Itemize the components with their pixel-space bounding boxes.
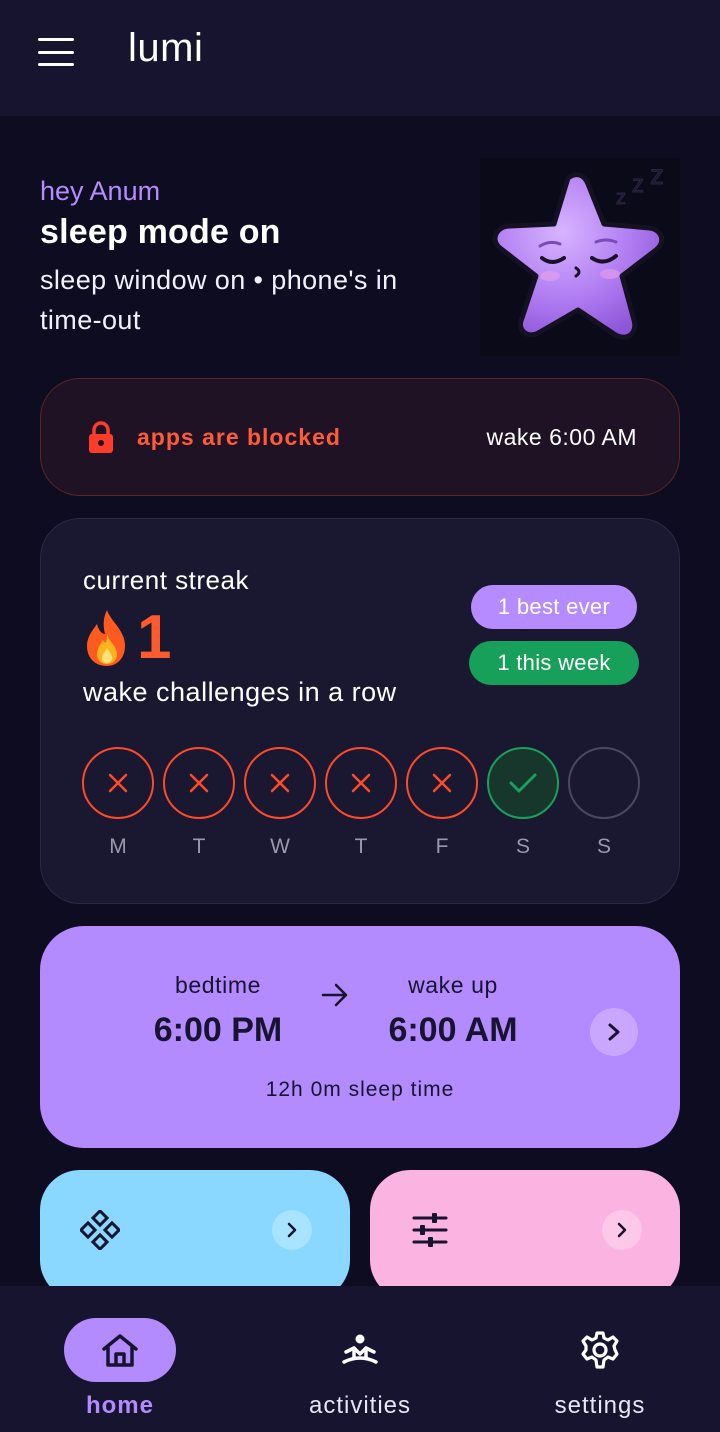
streak-card: current streak 1 wake challenges in a ro… xyxy=(40,518,680,904)
this-week-badge: 1 this week xyxy=(469,641,639,685)
streak-description: wake challenges in a row xyxy=(83,677,397,707)
chevron-right-icon xyxy=(617,1222,627,1238)
missed-day-indicator xyxy=(163,747,235,819)
app-title: lumi xyxy=(128,26,204,70)
wake-block: wake up 6:00 AM xyxy=(370,972,536,1050)
missed-day-indicator xyxy=(82,747,154,819)
missed-day-indicator xyxy=(244,747,316,819)
upcoming-day-indicator xyxy=(568,747,640,819)
nav-activities[interactable]: activities xyxy=(270,1318,450,1420)
greeting-subtitle: sleep window on • phone's in time-out xyxy=(40,265,398,335)
nav-settings-label: settings xyxy=(554,1392,646,1419)
sliders-icon xyxy=(412,1213,448,1247)
day-letter: T xyxy=(192,835,206,858)
nav-home[interactable]: home xyxy=(30,1318,210,1420)
day-letter: F xyxy=(435,835,449,858)
nav-home-label: home xyxy=(85,1392,154,1419)
day-letter: M xyxy=(109,835,127,858)
day-thursday: T xyxy=(324,747,398,859)
nav-settings-indicator xyxy=(544,1318,656,1382)
games-open-button[interactable] xyxy=(272,1210,312,1250)
svg-text:z: z xyxy=(650,159,664,190)
gamepad-icon xyxy=(80,1210,120,1250)
sleep-schedule-card[interactable]: bedtime 6:00 PM wake up 6:00 AM 12h 0m s… xyxy=(40,926,680,1148)
bedtime-block: bedtime 6:00 PM xyxy=(138,972,298,1050)
schedule-open-button[interactable] xyxy=(590,1008,638,1056)
bedtime-label: bedtime xyxy=(174,972,262,998)
nav-home-indicator xyxy=(64,1318,176,1382)
meditation-icon xyxy=(342,1334,378,1364)
bedtime-value: 6:00 PM xyxy=(153,1011,283,1049)
svg-text:z: z xyxy=(616,187,626,209)
apps-blocked-banner: apps are blocked wake 6:00 AM xyxy=(40,378,680,496)
streak-label: current streak xyxy=(83,565,249,595)
nav-activities-indicator xyxy=(304,1318,416,1382)
wake-label: wake up xyxy=(408,972,498,998)
chevron-right-icon xyxy=(608,1023,620,1041)
menu-icon[interactable] xyxy=(38,38,74,66)
x-icon xyxy=(189,773,209,793)
blocked-label: apps are blocked xyxy=(137,423,341,450)
check-icon xyxy=(509,773,537,793)
greeting-hey: hey Anum xyxy=(40,176,161,206)
sleeping-star-mascot: z z z xyxy=(480,158,680,356)
day-tuesday: T xyxy=(162,747,236,859)
completed-day-indicator xyxy=(487,747,559,819)
x-icon xyxy=(270,773,290,793)
sleep-duration: 12h 0m sleep time xyxy=(265,1078,455,1101)
missed-day-indicator xyxy=(325,747,397,819)
greeting-title: sleep mode on xyxy=(40,213,281,251)
arrow-right-icon xyxy=(321,983,348,1007)
day-sunday: S xyxy=(567,747,641,859)
x-icon xyxy=(432,773,452,793)
x-icon xyxy=(351,773,371,793)
streak-count-row: 1 xyxy=(81,607,171,669)
day-friday: F xyxy=(405,747,479,859)
bottom-navigation: home activities settings xyxy=(0,1286,720,1432)
home-icon xyxy=(102,1334,138,1367)
gear-icon xyxy=(581,1331,619,1369)
games-card[interactable] xyxy=(40,1170,350,1300)
streak-count: 1 xyxy=(137,603,172,672)
day-letter: T xyxy=(354,835,368,858)
greeting: hey Anum sleep mode on sleep window on •… xyxy=(40,176,460,340)
day-monday: M xyxy=(81,747,155,859)
adjustments-card[interactable] xyxy=(370,1170,680,1300)
wake-value: 6:00 AM xyxy=(388,1011,518,1049)
missed-day-indicator xyxy=(406,747,478,819)
lock-icon xyxy=(89,421,113,453)
adjustments-open-button[interactable] xyxy=(602,1210,642,1250)
nav-activities-label: activities xyxy=(308,1392,412,1419)
chevron-right-icon xyxy=(287,1222,297,1238)
day-letter: W xyxy=(270,835,290,858)
flame-icon xyxy=(87,610,125,666)
day-letter: S xyxy=(596,835,611,858)
svg-text:z: z xyxy=(632,171,644,198)
nav-settings[interactable]: settings xyxy=(510,1318,690,1420)
day-wednesday: W xyxy=(243,747,317,859)
week-days: M T W T F S S xyxy=(81,747,641,859)
best-ever-badge: 1 best ever xyxy=(471,585,637,629)
x-icon xyxy=(108,773,128,793)
app-bar: lumi xyxy=(0,0,720,116)
day-letter: S xyxy=(515,835,530,858)
wake-time-label: wake 6:00 AM xyxy=(486,423,637,450)
day-saturday: S xyxy=(486,747,560,859)
